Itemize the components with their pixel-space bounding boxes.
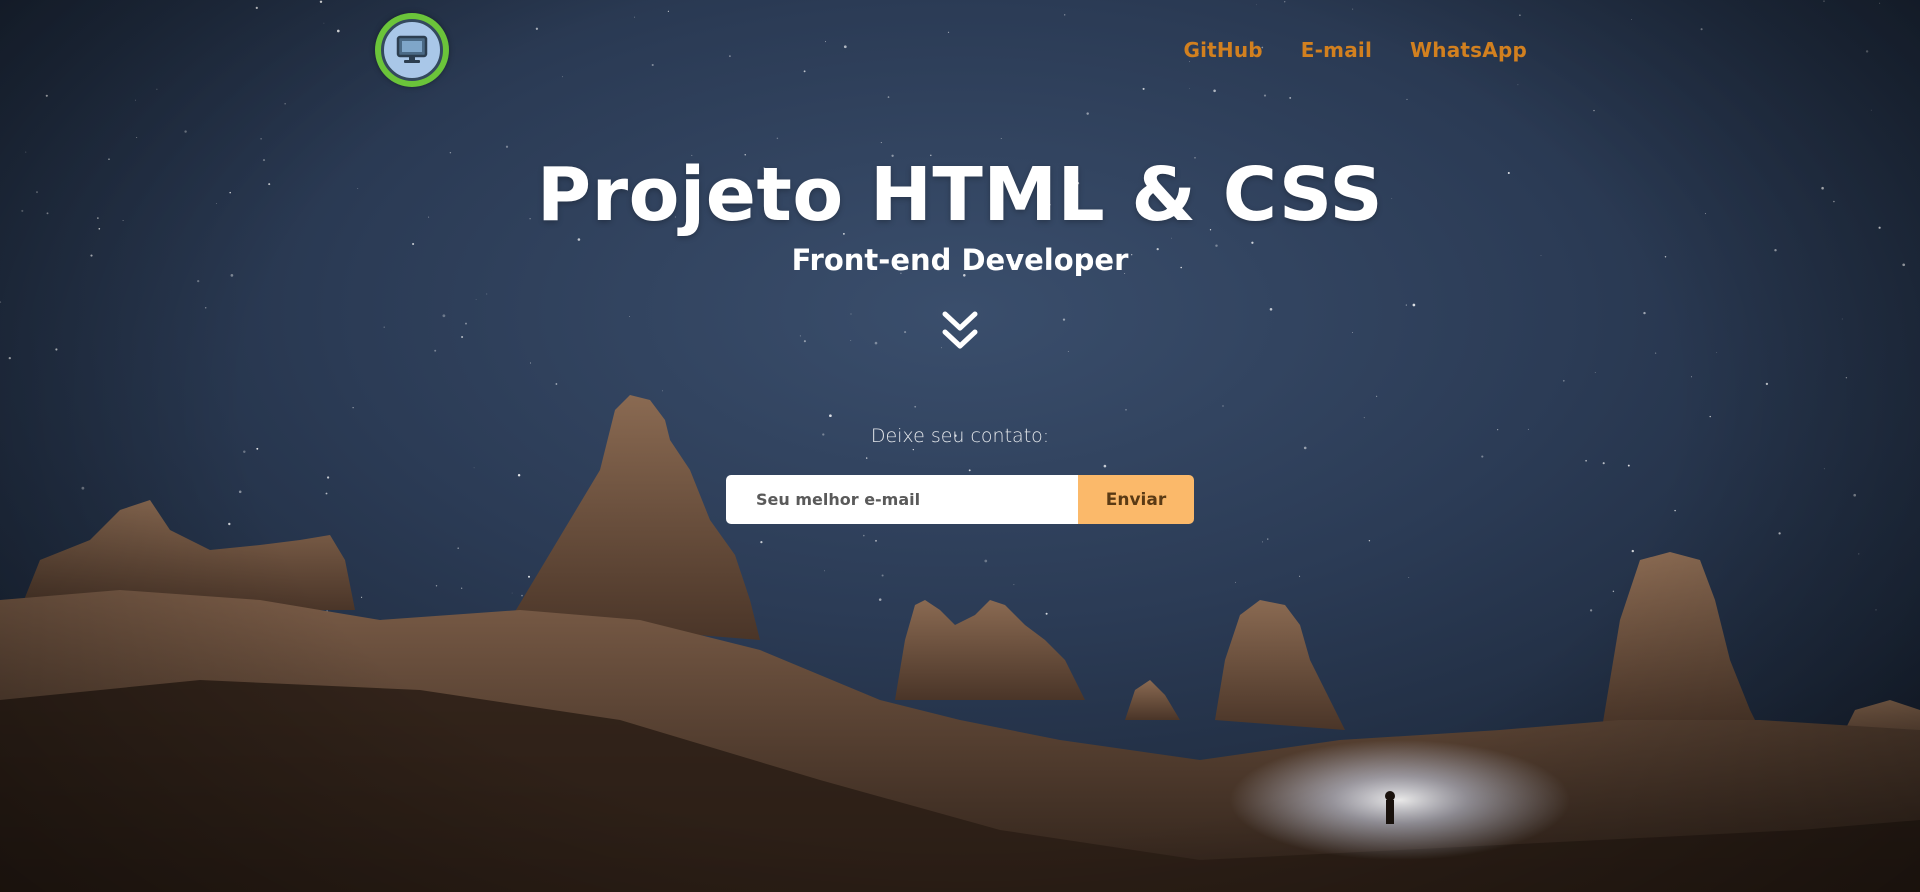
site-header: GitHub E-mail WhatsApp xyxy=(0,0,1920,104)
contact-label: Deixe seu contato: xyxy=(870,425,1050,447)
nav-link-email[interactable]: E-mail xyxy=(1301,38,1372,62)
logo-badge xyxy=(381,19,443,81)
logo[interactable] xyxy=(375,13,449,87)
hero-subtitle: Front-end Developer xyxy=(791,243,1129,277)
email-input[interactable] xyxy=(726,475,1078,524)
nav-link-whatsapp[interactable]: WhatsApp xyxy=(1410,38,1527,62)
hero-title: Projeto HTML & CSS xyxy=(536,152,1384,238)
send-button[interactable]: Enviar xyxy=(1078,475,1194,524)
main-nav: GitHub E-mail WhatsApp xyxy=(1183,38,1527,62)
nav-link-github[interactable]: GitHub xyxy=(1183,38,1262,62)
double-chevron-down-icon[interactable] xyxy=(941,310,979,352)
contact-form: Enviar xyxy=(726,475,1194,524)
monitor-icon xyxy=(396,35,428,63)
